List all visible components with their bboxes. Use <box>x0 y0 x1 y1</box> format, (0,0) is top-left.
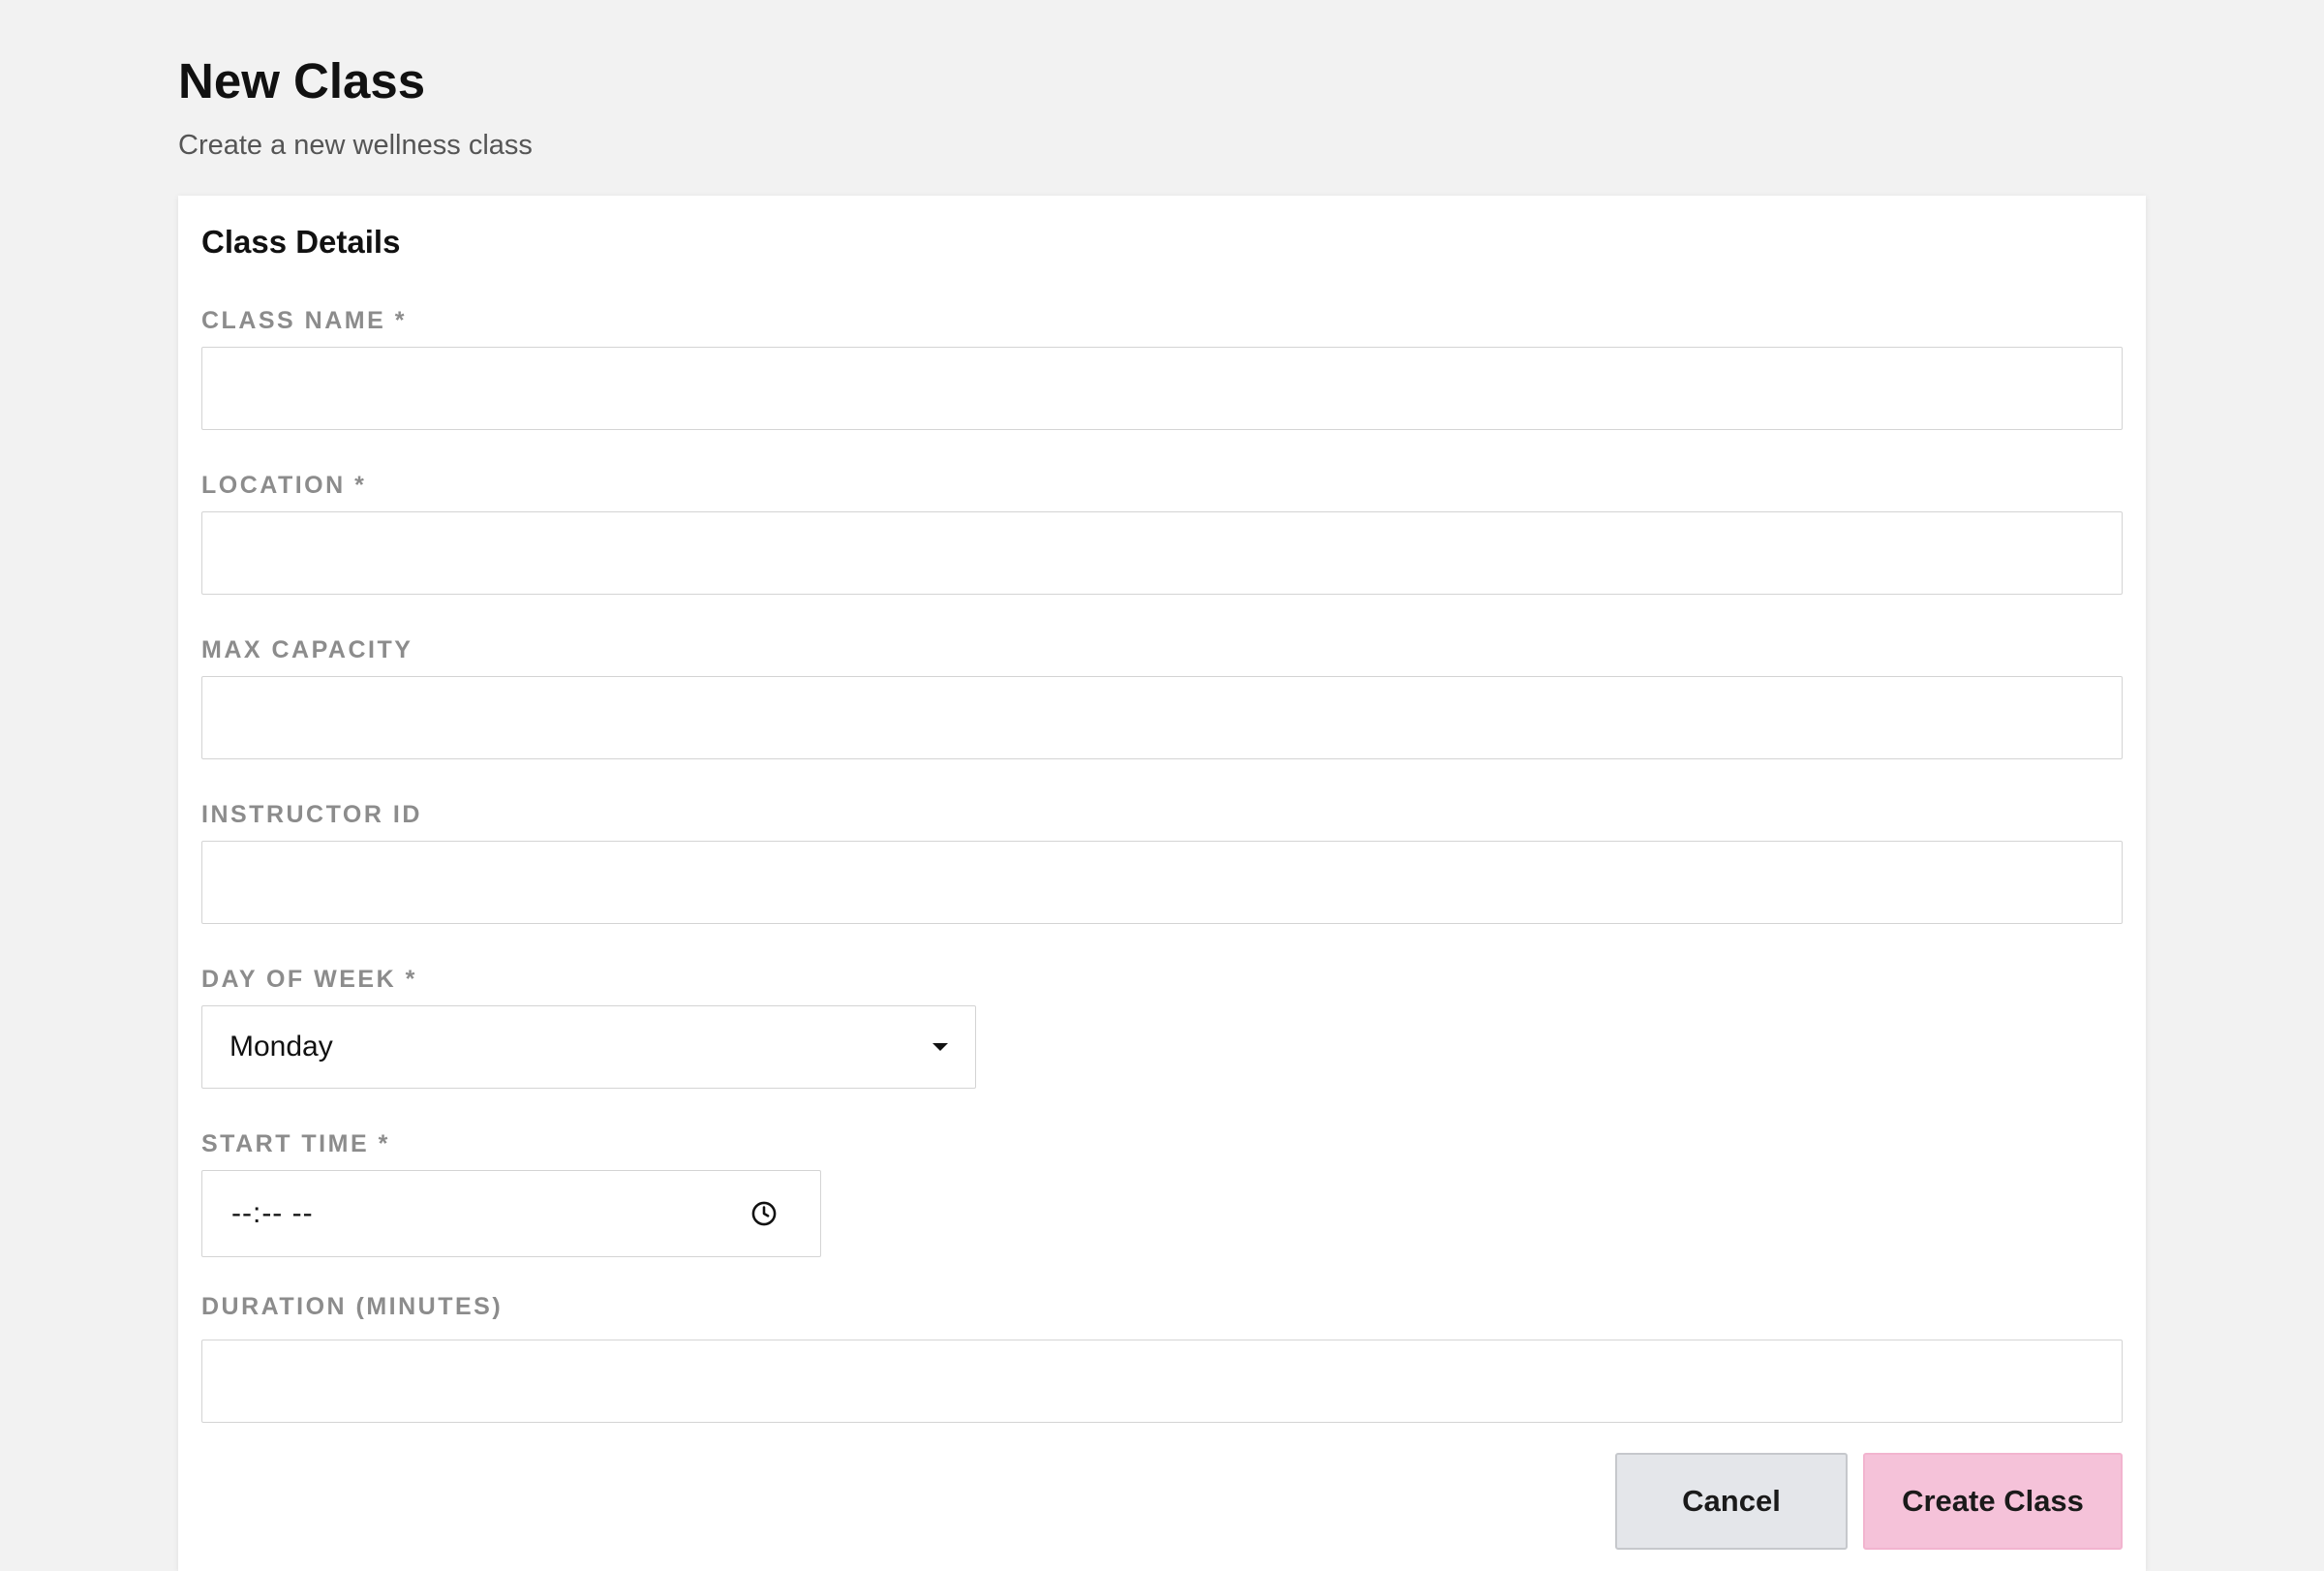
day-of-week-label: DAY OF WEEK * <box>201 966 417 993</box>
clock-icon[interactable] <box>750 1200 778 1227</box>
create-class-button[interactable]: Create Class <box>1863 1453 2123 1550</box>
location-input[interactable] <box>201 511 2123 595</box>
caret-down-icon <box>933 1043 948 1051</box>
duration-input[interactable] <box>201 1340 2123 1423</box>
cancel-button[interactable]: Cancel <box>1615 1453 1848 1550</box>
instructor-id-label: INSTRUCTOR ID <box>201 801 422 828</box>
location-label: LOCATION * <box>201 472 367 499</box>
max-capacity-label: MAX CAPACITY <box>201 636 413 663</box>
duration-label: DURATION (MINUTES) <box>201 1293 504 1320</box>
day-of-week-value: Monday <box>229 1031 333 1063</box>
start-time-value: --:-- -- <box>231 1197 314 1229</box>
day-of-week-select[interactable]: Monday <box>201 1005 976 1089</box>
start-time-label: START TIME * <box>201 1130 390 1157</box>
class-name-label: CLASS NAME * <box>201 307 407 334</box>
instructor-id-input[interactable] <box>201 841 2123 924</box>
class-name-input[interactable] <box>201 347 2123 430</box>
page-subtitle: Create a new wellness class <box>178 130 533 161</box>
section-title: Class Details <box>201 224 401 260</box>
max-capacity-input[interactable] <box>201 676 2123 759</box>
page-title: New Class <box>178 53 426 108</box>
start-time-input[interactable]: --:-- -- <box>201 1170 821 1257</box>
